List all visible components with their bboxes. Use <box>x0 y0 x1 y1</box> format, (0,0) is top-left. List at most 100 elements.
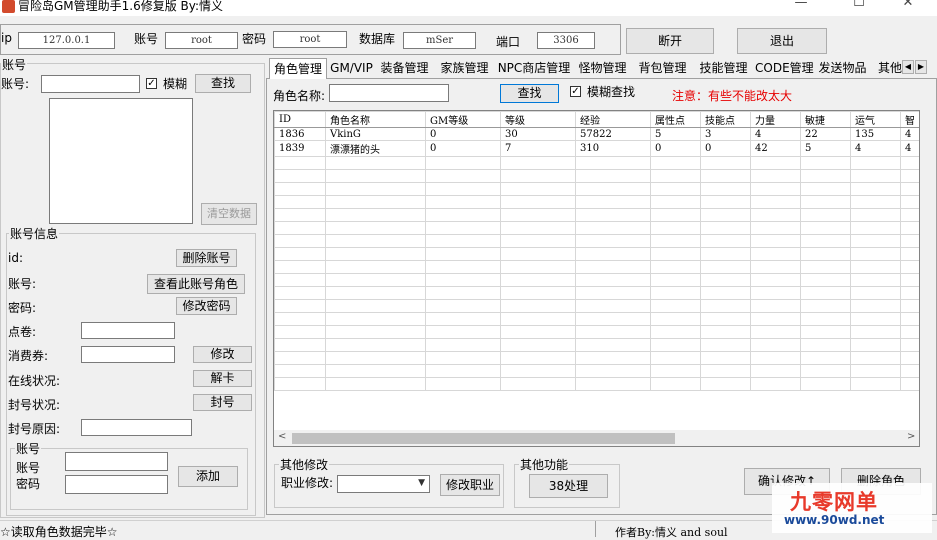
online-label: 在线状况: <box>8 374 61 388</box>
ip-input[interactable]: 127.0.0.1 <box>18 32 115 49</box>
role-fuzzy-label: 模糊查找 <box>587 85 636 99</box>
table-row <box>274 351 919 365</box>
table-row <box>274 169 919 183</box>
tab-gm-vip[interactable]: GM/VIP <box>329 58 374 78</box>
points-input[interactable] <box>81 322 175 339</box>
table-row <box>274 299 919 313</box>
column-header[interactable]: 等级 <box>500 111 576 128</box>
account-search-label: 账号: <box>1 77 30 91</box>
column-header[interactable]: 角色名称 <box>325 111 426 128</box>
role-name-input[interactable] <box>329 84 449 102</box>
tab-other[interactable]: 其他 <box>875 58 905 78</box>
account-search-button[interactable]: 查找 <box>195 74 251 93</box>
ban-status-label: 封号状况: <box>8 398 61 412</box>
exit-button[interactable]: 退出 <box>737 28 827 54</box>
change-password-button[interactable]: 修改密码 <box>176 297 237 315</box>
modify-button[interactable]: 修改 <box>193 346 252 363</box>
id-label: id: <box>8 251 23 265</box>
table-cell: 4 <box>850 140 901 157</box>
table-cell: 4 <box>750 127 801 141</box>
other-modify-label: 其他修改 <box>279 456 330 473</box>
column-header[interactable]: 智 <box>900 111 919 128</box>
table-row <box>274 325 919 339</box>
tab-equipment[interactable]: 装备管理 <box>378 58 431 78</box>
role-table[interactable]: ID 角色名称 GM等级 等级 经验 属性点 技能点 力量 敏捷 运气 智 18… <box>273 110 920 447</box>
db-account-input[interactable]: root <box>165 32 238 49</box>
minimize-button[interactable]: — <box>788 0 814 15</box>
table-row <box>274 312 919 326</box>
voucher-input[interactable] <box>81 346 175 363</box>
role-fuzzy-checkbox[interactable]: ✓ <box>570 86 581 97</box>
column-header[interactable]: 技能点 <box>700 111 751 128</box>
clear-data-button[interactable]: 清空数据 <box>201 203 257 225</box>
close-button[interactable]: ✕ <box>895 0 921 15</box>
tab-family[interactable]: 家族管理 <box>438 58 491 78</box>
column-header[interactable]: 运气 <box>850 111 901 128</box>
column-header[interactable]: GM等级 <box>425 111 501 128</box>
tab-scroll-left-icon[interactable]: ◀ <box>902 60 914 74</box>
points-label: 点卷: <box>8 325 37 339</box>
ban-button[interactable]: 封号 <box>193 394 252 411</box>
tab-code[interactable]: CODE管理 <box>755 58 814 78</box>
unlock-button[interactable]: 解卡 <box>193 370 252 387</box>
table-row <box>274 273 919 287</box>
window-title: 冒险岛GM管理助手1.6修复版 By:情义 <box>18 0 224 13</box>
column-header[interactable]: 经验 <box>575 111 651 128</box>
table-cell: 0 <box>425 127 501 141</box>
column-header[interactable]: 力量 <box>750 111 801 128</box>
scrollbar-thumb[interactable] <box>292 433 675 444</box>
view-roles-button[interactable]: 查看此账号角色 <box>147 274 245 294</box>
port-input[interactable]: 3306 <box>537 32 595 49</box>
table-cell: 5 <box>800 140 851 157</box>
tab-send-item[interactable]: 发送物品 <box>816 58 869 78</box>
column-header[interactable]: ID <box>274 111 326 128</box>
add-button[interactable]: 添加 <box>178 466 238 487</box>
table-row[interactable]: 1836 VkinG 0 30 57822 5 3 4 22 135 4 <box>274 127 919 141</box>
tab-skill[interactable]: 技能管理 <box>697 58 750 78</box>
job-select[interactable]: ▼ <box>337 475 430 493</box>
tab-npc-shop[interactable]: NPC商店管理 <box>497 58 571 78</box>
ban-reason-input[interactable] <box>81 419 192 436</box>
role-search-button[interactable]: 查找 <box>500 84 559 103</box>
table-cell: 0 <box>700 140 751 157</box>
scroll-right-icon[interactable]: > <box>907 431 915 442</box>
warning-note: 注意：有些不能改太大 <box>672 89 793 103</box>
ban-reason-label: 封号原因: <box>8 422 61 436</box>
table-row <box>274 208 919 222</box>
other-function-label: 其他功能 <box>519 456 570 473</box>
password-label: 密码 <box>242 32 267 46</box>
table-row <box>274 377 919 391</box>
new-password-label: 密码 <box>16 477 41 491</box>
column-header[interactable]: 属性点 <box>650 111 701 128</box>
table-row[interactable]: 1839 漂漂猪的头 0 7 310 0 0 42 5 4 4 <box>274 140 919 157</box>
account-listbox[interactable] <box>49 98 193 224</box>
table-cell: 1836 <box>274 127 326 141</box>
table-row <box>274 156 919 170</box>
table-row <box>274 364 919 378</box>
account-info-label: 账号信息 <box>9 225 60 242</box>
delete-account-button[interactable]: 删除账号 <box>176 249 237 267</box>
table-cell: 22 <box>800 127 851 141</box>
status-text: ☆读取角色数据完毕☆ <box>0 525 118 539</box>
account-search-input[interactable] <box>41 75 140 93</box>
tab-scroll-right-icon[interactable]: ▶ <box>915 60 927 74</box>
table-row <box>274 195 919 209</box>
column-header[interactable]: 敏捷 <box>800 111 851 128</box>
database-label: 数据库 <box>359 32 396 46</box>
change-job-button[interactable]: 修改职业 <box>440 474 500 496</box>
disconnect-button[interactable]: 断开 <box>626 28 714 54</box>
fuzzy-checkbox[interactable]: ✓ <box>146 78 157 89</box>
database-input[interactable]: mSer <box>403 32 476 49</box>
db-password-input[interactable]: root <box>273 31 347 48</box>
tab-role-management[interactable]: 角色管理 <box>269 58 327 79</box>
table-cell: 57822 <box>575 127 651 141</box>
table-cell: 42 <box>750 140 801 157</box>
scroll-left-icon[interactable]: < <box>278 431 286 442</box>
process-38-button[interactable]: 38处理 <box>529 474 608 498</box>
maximize-button[interactable]: ☐ <box>846 0 872 15</box>
table-cell: 7 <box>500 140 576 157</box>
tab-backpack[interactable]: 背包管理 <box>636 58 689 78</box>
new-password-input[interactable] <box>65 475 168 494</box>
new-account-input[interactable] <box>65 452 168 471</box>
tab-monster[interactable]: 怪物管理 <box>576 58 629 78</box>
